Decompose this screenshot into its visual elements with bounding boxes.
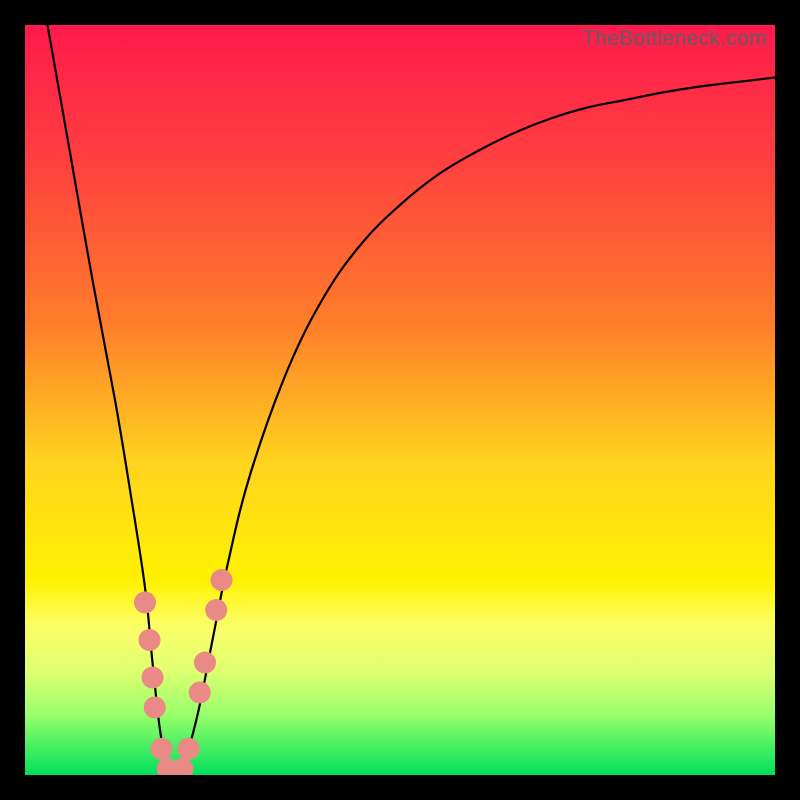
- marker-bead: [151, 738, 173, 760]
- bottleneck-curve: [48, 25, 776, 775]
- marker-beads: [134, 569, 233, 775]
- marker-bead: [189, 682, 211, 704]
- chart-frame: TheBottleneck.com: [0, 0, 800, 800]
- marker-bead: [144, 697, 166, 719]
- marker-bead: [178, 738, 200, 760]
- plot-area: TheBottleneck.com: [25, 25, 775, 775]
- curve-svg: [25, 25, 775, 775]
- marker-bead: [211, 569, 233, 591]
- marker-bead: [205, 599, 227, 621]
- marker-bead: [172, 758, 194, 775]
- marker-bead: [194, 652, 216, 674]
- marker-bead: [134, 592, 156, 614]
- marker-bead: [166, 762, 188, 775]
- marker-bead: [142, 667, 164, 689]
- marker-bead: [160, 762, 182, 775]
- marker-bead: [139, 629, 161, 651]
- marker-bead: [157, 758, 179, 775]
- watermark-text: TheBottleneck.com: [582, 27, 767, 51]
